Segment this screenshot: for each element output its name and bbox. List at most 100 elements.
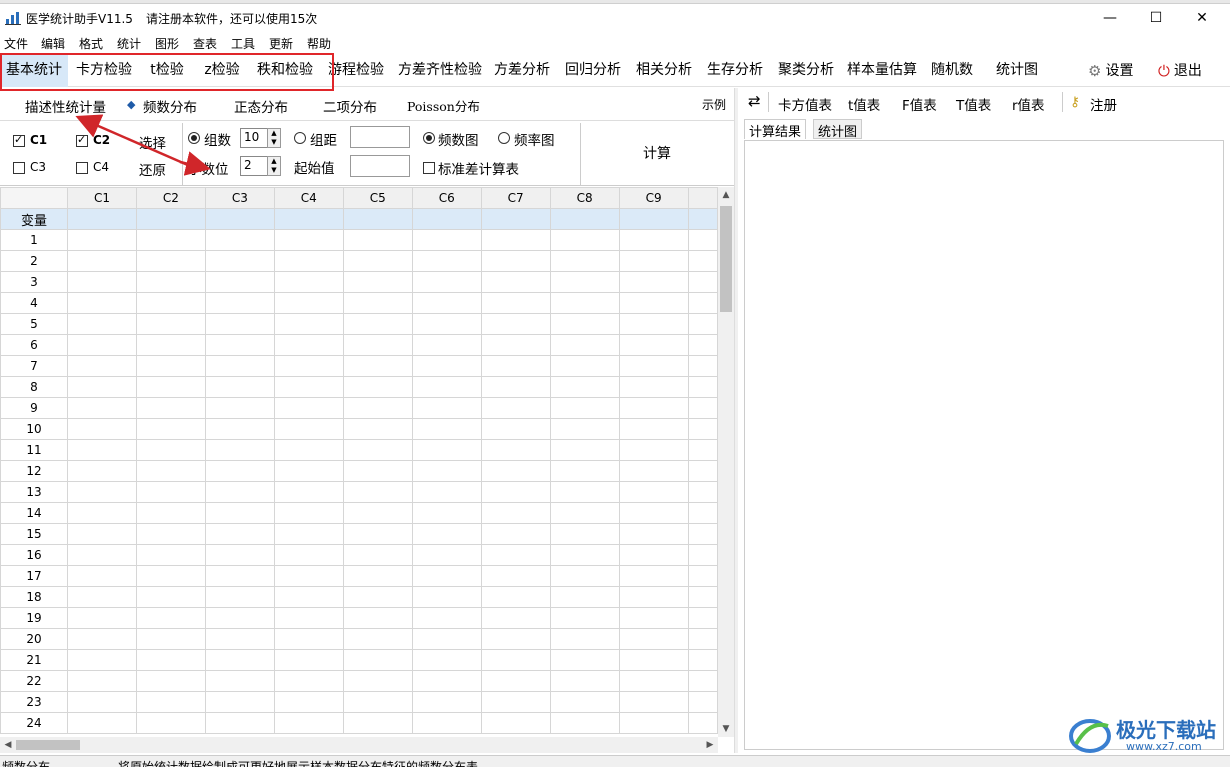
grid-cell[interactable] <box>273 670 344 692</box>
grid-cell[interactable] <box>549 250 620 272</box>
grid-cell[interactable] <box>273 355 344 377</box>
grid-cell[interactable] <box>273 607 344 629</box>
radio-rate-chart[interactable] <box>498 132 510 144</box>
grid-cell[interactable] <box>687 397 718 419</box>
grid-cell[interactable] <box>480 292 551 314</box>
grid-cell[interactable] <box>204 523 275 545</box>
grid-cell[interactable] <box>618 565 689 587</box>
grid-cell[interactable] <box>66 502 137 524</box>
grid-cell[interactable] <box>204 418 275 440</box>
grid-cell[interactable] <box>618 691 689 713</box>
column-header[interactable]: C4 <box>273 187 344 209</box>
column-header[interactable] <box>687 187 718 209</box>
menu-help[interactable]: 帮助 <box>307 35 331 52</box>
grid-cell[interactable] <box>204 712 275 734</box>
grid-cell[interactable] <box>549 565 620 587</box>
grid-cell[interactable] <box>549 586 620 608</box>
grid-cell[interactable] <box>687 250 718 272</box>
grid-cell[interactable] <box>411 691 482 713</box>
grid-cell[interactable] <box>411 334 482 356</box>
grid-cell[interactable] <box>549 523 620 545</box>
grid-cell[interactable] <box>66 544 137 566</box>
grid-cell[interactable] <box>480 439 551 461</box>
grid-cell[interactable] <box>204 565 275 587</box>
tab-anova[interactable]: 方差分析 <box>490 55 554 87</box>
grid-cell[interactable] <box>342 439 413 461</box>
grid-cell[interactable] <box>342 670 413 692</box>
tab-correlation[interactable]: 相关分析 <box>631 55 697 87</box>
grid-cell[interactable] <box>135 481 206 503</box>
grid-cell[interactable] <box>687 691 718 713</box>
start-value-input[interactable] <box>350 155 410 177</box>
grid-cell[interactable] <box>411 502 482 524</box>
menu-format[interactable]: 格式 <box>79 35 103 52</box>
grid-cell[interactable] <box>204 397 275 419</box>
result-panel[interactable] <box>744 140 1224 750</box>
grid-cell[interactable] <box>480 565 551 587</box>
grid-cell[interactable] <box>480 691 551 713</box>
grid-cell[interactable] <box>135 460 206 482</box>
grid-cell[interactable] <box>273 418 344 440</box>
grid-cell[interactable] <box>273 292 344 314</box>
variable-name-cell[interactable] <box>480 208 551 230</box>
column-header[interactable]: C8 <box>549 187 620 209</box>
menu-tools[interactable]: 工具 <box>231 35 255 52</box>
variable-name-cell[interactable] <box>411 208 482 230</box>
grid-cell[interactable] <box>273 460 344 482</box>
grid-cell[interactable] <box>687 439 718 461</box>
grid-cell[interactable] <box>135 397 206 419</box>
grid-cell[interactable] <box>618 628 689 650</box>
grid-cell[interactable] <box>618 397 689 419</box>
grid-cell[interactable] <box>618 460 689 482</box>
menu-file[interactable]: 文件 <box>4 35 28 52</box>
grid-cell[interactable] <box>480 628 551 650</box>
grid-cell[interactable] <box>549 355 620 377</box>
grid-cell[interactable] <box>135 418 206 440</box>
column-header[interactable]: C7 <box>480 187 551 209</box>
tab-random-numbers[interactable]: 随机数 <box>926 55 978 87</box>
column-header[interactable]: C2 <box>135 187 206 209</box>
grid-cell[interactable] <box>618 670 689 692</box>
grid-cell[interactable] <box>480 313 551 335</box>
checkbox-c3[interactable] <box>13 162 25 174</box>
grid-cell[interactable] <box>618 418 689 440</box>
scroll-down-icon[interactable]: ▼ <box>718 721 734 737</box>
grid-cell[interactable] <box>549 712 620 734</box>
grid-cell[interactable] <box>273 565 344 587</box>
grid-cell[interactable] <box>204 250 275 272</box>
grid-cell[interactable] <box>618 523 689 545</box>
grid-cell[interactable] <box>66 229 137 251</box>
grid-cell[interactable] <box>549 376 620 398</box>
grid-cell[interactable] <box>135 523 206 545</box>
grid-cell[interactable] <box>411 565 482 587</box>
grid-cell[interactable] <box>204 229 275 251</box>
grid-cell[interactable] <box>411 355 482 377</box>
grid-cell[interactable] <box>687 229 718 251</box>
grid-cell[interactable] <box>66 418 137 440</box>
grid-cell[interactable] <box>411 376 482 398</box>
grid-cell[interactable] <box>66 628 137 650</box>
grid-cell[interactable] <box>342 397 413 419</box>
exit-button[interactable]: ⏻ 退出 <box>1158 55 1216 87</box>
grid-cell[interactable] <box>687 418 718 440</box>
grid-cell[interactable] <box>273 628 344 650</box>
grid-cell[interactable] <box>342 628 413 650</box>
grid-cell[interactable] <box>618 334 689 356</box>
decimals-input[interactable]: 2 <box>240 156 268 176</box>
grid-cell[interactable] <box>687 607 718 629</box>
grid-cell[interactable] <box>549 670 620 692</box>
r-table-button[interactable]: r值表 <box>1012 94 1045 114</box>
grid-cell[interactable] <box>618 544 689 566</box>
grid-cell[interactable] <box>135 586 206 608</box>
grid-cell[interactable] <box>618 649 689 671</box>
grid-cell[interactable] <box>135 691 206 713</box>
checkbox-c1[interactable] <box>13 133 25 147</box>
register-button[interactable]: 注册 <box>1090 94 1117 114</box>
big-t-table-button[interactable]: T值表 <box>956 94 991 114</box>
grid-cell[interactable] <box>549 649 620 671</box>
grid-cell[interactable] <box>618 502 689 524</box>
variable-name-cell[interactable] <box>66 208 137 230</box>
grid-cell[interactable] <box>204 607 275 629</box>
grid-cell[interactable] <box>342 544 413 566</box>
radio-interval[interactable] <box>294 132 306 144</box>
